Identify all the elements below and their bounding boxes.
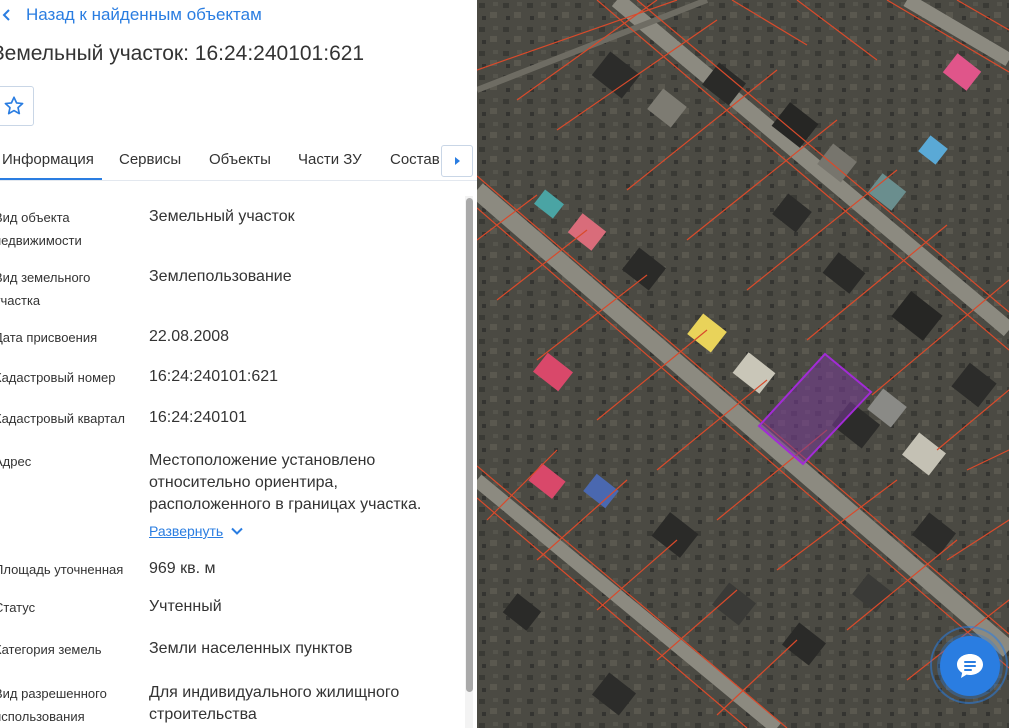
page-title: Земельный участок: 16:24:240101:621 — [0, 42, 365, 65]
row-label: Вид земельного участка — [0, 270, 91, 308]
back-link[interactable]: Назад к найденным объектам — [0, 4, 262, 26]
row-value: 16:24:240101 — [149, 409, 247, 426]
map-canvas — [477, 0, 1009, 728]
row-label: Вид объекта недвижимости — [0, 210, 82, 248]
chat-icon — [957, 654, 983, 678]
chevron-right-icon — [455, 157, 460, 165]
satellite-map[interactable] — [477, 0, 1009, 728]
row-value: Местоположение установлено относительно … — [149, 450, 454, 543]
tab-parts[interactable]: Части ЗУ — [298, 151, 362, 168]
star-icon — [4, 96, 24, 115]
favorite-button[interactable] — [0, 86, 34, 126]
row-value: 22.08.2008 — [149, 328, 230, 345]
row-value: 969 кв. м — [149, 560, 216, 577]
info-panel: Назад к найденным объектам Земельный уча… — [0, 0, 477, 728]
back-link-label: Назад к найденным объектам — [26, 5, 262, 24]
tabs-next-button[interactable] — [441, 145, 473, 177]
row-value: Для индивидуального жилищного строительс… — [149, 684, 400, 723]
row-value: Земли населенных пунктов — [149, 640, 353, 657]
expand-link[interactable]: Развернуть — [149, 520, 243, 542]
tab-bar: Информация Сервисы Объекты Части ЗУ Сост… — [0, 142, 477, 181]
row-label: Вид разрешенного использования — [0, 686, 107, 724]
row-label: Адрес — [0, 454, 32, 469]
address-text: Местоположение установлено относительно … — [149, 452, 422, 513]
row-label: Кадастровый номер — [0, 370, 116, 385]
chat-button[interactable] — [940, 636, 1000, 696]
tab-services[interactable]: Сервисы — [119, 151, 181, 168]
row-value: 16:24:240101:621 — [149, 368, 279, 385]
expand-label: Развернуть — [149, 523, 224, 539]
row-label: Статус — [0, 600, 36, 615]
row-value: Землепользование — [149, 268, 292, 285]
chevron-left-icon — [2, 9, 10, 21]
row-label: Площадь уточненная — [0, 562, 124, 577]
tab-objects[interactable]: Объекты — [209, 151, 271, 168]
row-label: Кадастровый квартал — [0, 411, 125, 426]
tab-composition[interactable]: Состав — [390, 151, 440, 168]
row-label: Категория земель — [0, 642, 102, 657]
scrollbar-thumb[interactable] — [466, 198, 473, 692]
tab-information[interactable]: Информация — [0, 151, 102, 180]
chevron-down-icon — [231, 527, 243, 535]
row-value: Земельный участок — [149, 208, 295, 225]
row-label: Дата присвоения — [0, 330, 98, 345]
row-value: Учтенный — [149, 598, 222, 615]
